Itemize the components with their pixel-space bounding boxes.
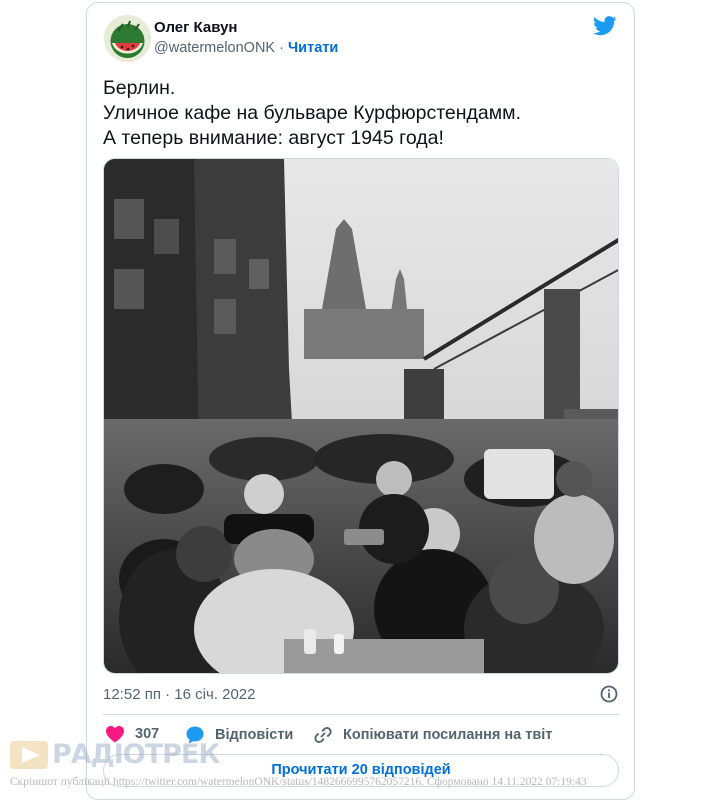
author-handle[interactable]: @watermelonONK	[154, 40, 275, 56]
radio-trek-watermark: РАДІОТРЕК	[10, 735, 220, 775]
tweet-text: Берлин. Уличное кафе на бульваре Курфюрс…	[103, 76, 521, 151]
tweet-text-line: Уличное кафе на бульваре Курфюрстендамм.	[103, 102, 522, 124]
watermark-text: РАДІОТРЕК	[52, 739, 220, 770]
author-name[interactable]: Олег Кавун	[154, 19, 238, 36]
reply-label: Відповісти	[215, 727, 294, 743]
watermark-logo-icon	[10, 741, 48, 769]
tweet-photo[interactable]	[103, 158, 619, 674]
handle-separator: ·	[275, 40, 288, 56]
berlin-cafe-photo	[104, 159, 618, 673]
divider	[103, 714, 619, 715]
author-handle-line: @watermelonONK · Читати	[154, 40, 338, 56]
twitter-bird-icon[interactable]	[593, 16, 617, 36]
screenshot-footer-note: Скріншот публікації https://twitter.com/…	[10, 776, 587, 788]
follow-link[interactable]: Читати	[288, 40, 338, 56]
tweet-meta-row: 12:52 пп · 16 січ. 2022	[103, 684, 619, 706]
tweet-timestamp[interactable]: 12:52 пп · 16 січ. 2022	[103, 686, 255, 703]
info-icon[interactable]	[599, 684, 619, 704]
tweet-text-line: А теперь внимание: август 1945 года!	[103, 127, 444, 149]
link-icon	[314, 727, 332, 743]
avatar[interactable]	[104, 15, 151, 62]
tweet-text-line: Берлин.	[103, 77, 176, 99]
tweet-embed-card: Олег Кавун @watermelonONK · Читати Берли…	[86, 2, 635, 800]
copy-link-label: Копіювати посилання на твіт	[343, 727, 553, 743]
watermelon-avatar-image	[104, 15, 151, 62]
copy-link-button[interactable]: Копіювати посилання на твіт	[313, 725, 552, 745]
